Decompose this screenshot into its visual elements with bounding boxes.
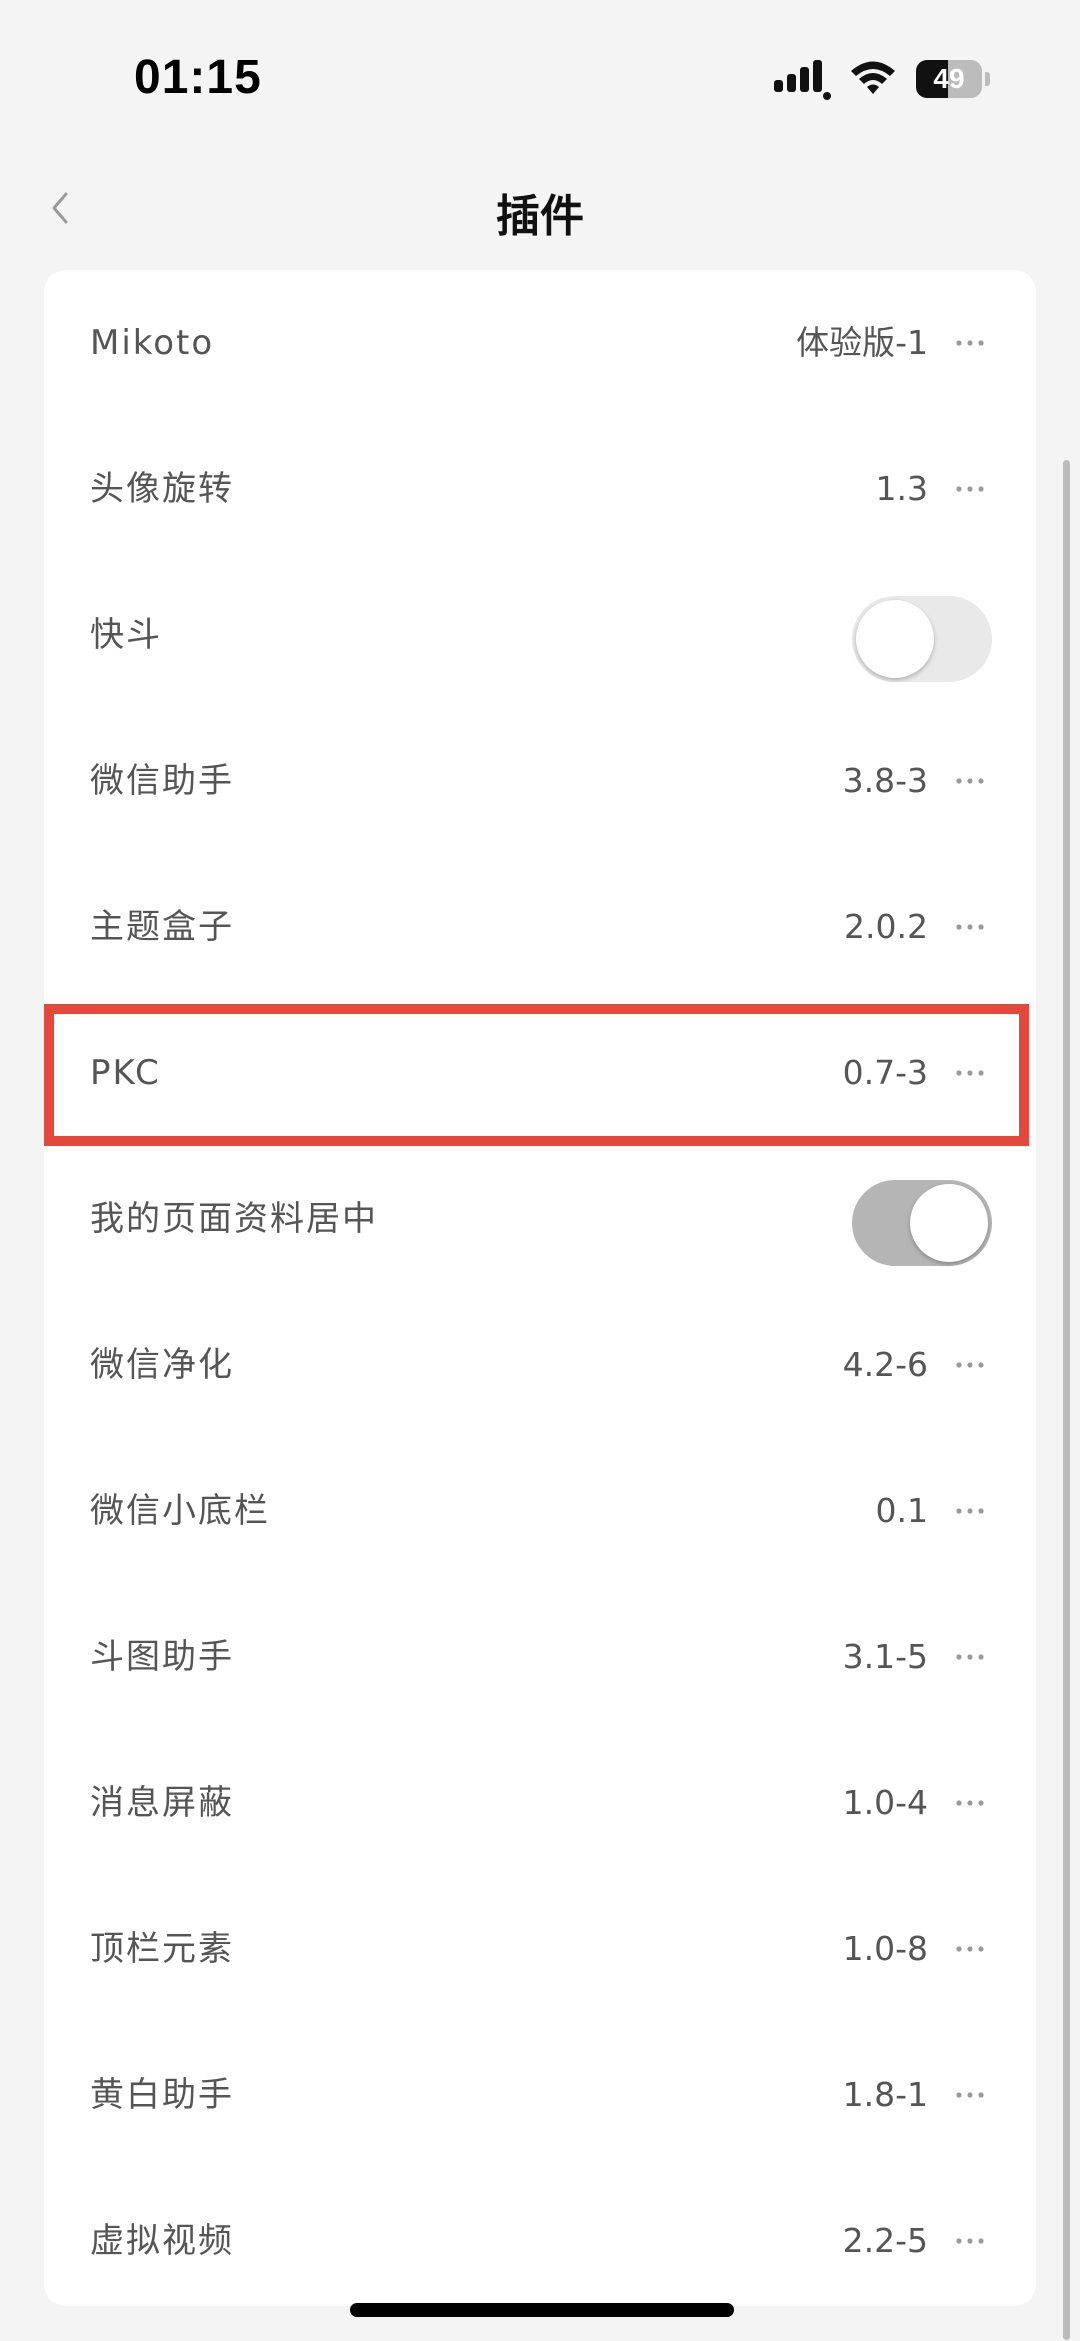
plugin-name: 消息屏蔽 (90, 1783, 234, 1823)
plugin-row[interactable]: 斗图助手 3.1-5 (44, 1584, 1036, 1730)
toggle-knob (910, 1184, 988, 1262)
more-options-button[interactable] (948, 1292, 992, 1438)
more-options-button[interactable] (948, 2022, 992, 2168)
plugin-name: 头像旋转 (90, 469, 234, 509)
plugin-row[interactable]: 我的页面资料居中 (44, 1146, 1036, 1292)
plugin-name: 微信助手 (90, 761, 234, 801)
more-options-button[interactable] (948, 270, 992, 416)
plugin-version: 3.1-5 (842, 1637, 928, 1676)
more-options-button[interactable] (948, 1730, 992, 1876)
plugin-version: 0.1 (875, 1491, 928, 1530)
plugin-toggle[interactable] (852, 596, 992, 682)
plugin-row[interactable]: 头像旋转 1.3 (44, 416, 1036, 562)
plugin-row[interactable]: 黄白助手 1.8-1 (44, 2022, 1036, 2168)
plugin-name: 我的页面资料居中 (90, 1199, 378, 1239)
plugin-name: PKC (90, 1053, 161, 1093)
plugin-row[interactable]: PKC 0.7-3 (44, 1000, 1036, 1146)
plugin-row[interactable]: 消息屏蔽 1.0-4 (44, 1730, 1036, 1876)
more-options-button[interactable] (948, 854, 992, 1000)
ellipsis-icon (956, 1800, 984, 1806)
plugin-list: Mikoto 体验版-1 头像旋转 1.3 快斗微信助手 3.8-3 主题盒子 2.0.2 PK… (44, 270, 1036, 2306)
plugin-name: 虚拟视频 (90, 2221, 234, 2261)
plugin-version: 4.2-6 (842, 1345, 928, 1384)
plugin-name: 顶栏元素 (90, 1929, 234, 1969)
plugin-version: 1.0-4 (842, 1783, 928, 1822)
plugin-row[interactable]: 虚拟视频 2.2-5 (44, 2168, 1036, 2314)
plugin-version: 1.0-8 (842, 1929, 928, 1968)
more-options-button[interactable] (948, 2168, 992, 2314)
plugin-row[interactable]: 主题盒子 2.0.2 (44, 854, 1036, 1000)
plugin-name: 主题盒子 (90, 907, 234, 947)
ellipsis-icon (956, 2092, 984, 2098)
status-bar: 01:15 49 (0, 0, 1080, 150)
plugin-version: 体验版-1 (796, 323, 928, 362)
plugin-version: 1.8-1 (842, 2075, 928, 2114)
more-options-button[interactable] (948, 708, 992, 854)
plugin-version: 0.7-3 (842, 1053, 928, 1092)
battery-nub (985, 72, 990, 86)
wifi-icon (851, 61, 895, 94)
plugin-row[interactable]: 微信小底栏 0.1 (44, 1438, 1036, 1584)
battery-icon: 49 (916, 60, 982, 98)
status-time: 01:15 (134, 51, 262, 104)
plugin-row[interactable]: 快斗 (44, 562, 1036, 708)
ellipsis-icon (956, 1070, 984, 1076)
ellipsis-icon (956, 486, 984, 492)
plugin-name: 黄白助手 (90, 2075, 234, 2115)
more-options-button[interactable] (948, 1000, 992, 1146)
page-title: 插件 (496, 191, 584, 242)
ellipsis-icon (956, 340, 984, 346)
plugin-version: 2.0.2 (844, 907, 928, 946)
cellular-signal-icon (774, 60, 831, 100)
plugin-name: 微信净化 (90, 1345, 234, 1385)
plugin-version: 3.8-3 (842, 761, 928, 800)
more-options-button[interactable] (948, 416, 992, 562)
plugin-row[interactable]: 顶栏元素 1.0-8 (44, 1876, 1036, 2022)
more-options-button[interactable] (948, 1584, 992, 1730)
ellipsis-icon (956, 2238, 984, 2244)
ellipsis-icon (956, 1508, 984, 1514)
home-indicator (350, 2303, 734, 2317)
battery-level: 49 (933, 63, 965, 94)
ellipsis-icon (956, 778, 984, 784)
plugin-row[interactable]: Mikoto 体验版-1 (44, 270, 1036, 416)
navigation-bar: 插件 (0, 150, 1080, 270)
ellipsis-icon (956, 1654, 984, 1660)
plugin-row[interactable]: 微信助手 3.8-3 (44, 708, 1036, 854)
ellipsis-icon (956, 924, 984, 930)
ellipsis-icon (956, 1946, 984, 1952)
plugin-row[interactable]: 微信净化 4.2-6 (44, 1292, 1036, 1438)
plugin-version: 1.3 (875, 469, 928, 508)
plugin-name: 斗图助手 (90, 1637, 234, 1677)
plugin-version: 2.2-5 (842, 2221, 928, 2260)
plugin-name: Mikoto (90, 323, 215, 363)
plugin-name: 快斗 (90, 615, 162, 655)
toggle-knob (856, 600, 934, 678)
scrollbar[interactable] (1063, 460, 1070, 2340)
more-options-button[interactable] (948, 1438, 992, 1584)
more-options-button[interactable] (948, 1876, 992, 2022)
plugin-name: 微信小底栏 (90, 1491, 270, 1531)
ellipsis-icon (956, 1362, 984, 1368)
plugin-toggle[interactable] (852, 1180, 992, 1266)
